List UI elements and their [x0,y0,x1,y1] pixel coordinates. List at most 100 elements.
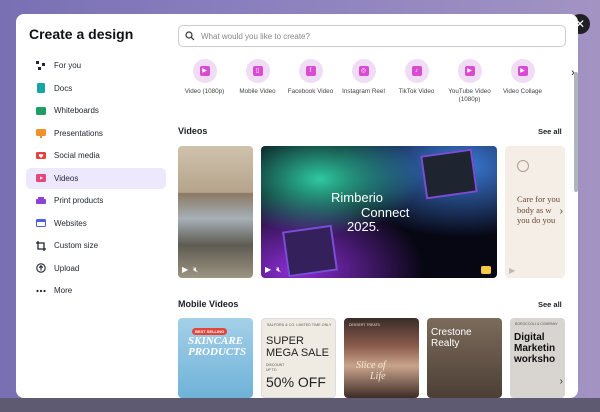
sidebar-item-more[interactable]: More [26,280,166,301]
sidebar-item-label: Print products [54,196,104,205]
scrollbar[interactable] [574,72,578,192]
thumbnail-text-line: worksho [514,354,556,365]
design-type-label: Video (1080p) [184,88,225,95]
modal-title: Create a design [29,26,134,42]
type-glyph-icon: f [305,66,316,76]
thumbnail-text-line: PRODUCTS [188,346,247,358]
thumbnail-text: DESSERT TREATS [349,323,380,327]
see-all-mobile-link[interactable]: See all [538,300,562,309]
design-type-icon: ♪ [404,59,429,83]
sidebar: Create a design For you Docs Whiteboards Pr… [16,14,176,398]
sidebar-item-social-media[interactable]: Social media [26,145,166,166]
type-glyph-icon: ▶ [199,66,210,76]
mobile-thumbnail-slice[interactable]: DESSERT TREATS Slice of Life [344,318,419,398]
sidebar-item-for-you[interactable]: For you [26,55,166,76]
thumbnail-text-line: Slice of [356,360,386,371]
video-controls: ▶ 🔇︎ [265,265,281,275]
heart-icon [35,150,46,161]
video-thumbnail-care[interactable]: Care for you body as w you do you › ▶ [505,146,565,278]
design-type-icon: ▯ [245,59,270,83]
design-type-tiktok-video[interactable]: ♪ TikTok Video [390,59,443,119]
thumbnail-text: Connect [361,205,410,220]
chevron-right-icon[interactable]: › [560,206,563,217]
type-glyph-icon: ▶ [517,66,528,76]
thumbnail-text-line: Realty [431,337,460,349]
design-type-youtube-video-1080p[interactable]: ▶ YouTube Video (1080p) [443,59,496,119]
design-type-icon: ▶ [510,59,535,83]
mobile-thumbnail-sale[interactable]: SALFORD & CO. LIMITED TIME ONLY SUPER ME… [261,318,336,398]
sidebar-item-label: Custom size [54,241,99,250]
thumbnail-text-line: Marketin [514,343,556,354]
see-all-videos-link[interactable]: See all [538,127,562,136]
thumbnail-text-line: body as w [517,204,552,215]
mobile-thumbnail-crestone[interactable]: Crestone Realty [427,318,502,398]
thumbnail-text-line: Care for you [517,194,560,204]
section-title-videos: Videos [178,126,208,136]
badge: BEST SELLING [192,328,228,335]
sidebar-nav: For you Docs Whiteboards Presentations Socia… [26,55,166,301]
type-glyph-icon: ◎ [358,66,369,76]
thumbnail-text: SALFORD & CO. LIMITED TIME ONLY [267,323,332,327]
design-type-instagram-reel[interactable]: ◎ Instagram Reel [337,59,390,119]
sidebar-item-label: For you [54,61,82,70]
video-controls: ▶ 🔇︎ [182,265,198,275]
design-type-icon: ◎ [351,59,376,83]
video-controls: ▶ [509,266,515,275]
video-thumbnail-rimberio[interactable]: Rimberio Connect 2025. ▶ 🔇︎ [261,146,497,278]
cloud-upload-icon [35,263,46,274]
page-backdrop-bottom [0,398,600,412]
sidebar-item-custom-size[interactable]: Custom size [26,235,166,256]
thumbnail-text-line: UP TO [266,367,277,372]
video-thumbnail-restaurant[interactable]: ▶ 🔇︎ [178,146,253,278]
sidebar-item-label: Social media [54,151,100,160]
sidebar-item-upload[interactable]: Upload [26,258,166,279]
sidebar-item-print-products[interactable]: Print products [26,190,166,211]
thumbnail-text-line: DISCOUNT [266,363,285,367]
design-type-video-1080p[interactable]: ▶ Video (1080p) [178,59,231,119]
sidebar-item-whiteboards[interactable]: Whiteboards [26,100,166,121]
main-content: ▶ Video (1080p) ▯ Mobile Video f Facebook Vid… [178,14,578,398]
video-icon [35,173,46,184]
thumbnail-text: MEGA SALE [266,347,329,359]
sidebar-item-websites[interactable]: Websites [26,213,166,234]
type-glyph-icon: ▯ [252,66,263,76]
thumbnail-text: SKINCARE PRODUCTS [188,336,246,358]
thumbnail-text-line: Digital [514,332,545,343]
design-type-label: Video Collage [502,88,543,95]
whiteboard-icon [35,105,46,116]
sidebar-item-label: Upload [54,263,80,273]
design-type-mobile-video[interactable]: ▯ Mobile Video [231,59,284,119]
design-type-icon: ▶ [457,59,482,83]
sidebar-item-label: Presentations [54,128,103,138]
photo-frame [420,148,478,200]
design-type-label: TikTok Video [398,88,435,95]
mute-icon: 🔇︎ [276,265,282,274]
sidebar-item-presentations[interactable]: Presentations [26,123,166,144]
sidebar-item-videos[interactable]: Videos [26,167,166,189]
thumbnail-text: BOROCCOLI & COMPANY [515,322,558,326]
design-type-facebook-video[interactable]: f Facebook Video [284,59,337,119]
create-design-modal: Create a design For you Docs Whiteboards Pr… [16,14,578,398]
play-icon: ▶ [265,265,272,274]
search-input[interactable] [201,31,541,41]
thumbnail-text: Rimberio [331,190,384,205]
design-type-video-collage[interactable]: ▶ Video Collage [496,59,549,119]
mobile-thumbnail-marketing[interactable]: BOROCCOLI & COMPANY Digital Marketin wor… [510,318,565,398]
thumbnail-text-line: Life [370,371,386,382]
chevron-right-icon[interactable]: › [560,376,563,387]
sidebar-item-docs[interactable]: Docs [26,78,166,99]
design-type-label: Facebook Video [287,88,334,95]
play-icon: ▶ [509,266,516,275]
section-title-mobile-videos: Mobile Videos [178,299,239,309]
thumbnail-text-line: you do you [517,215,556,226]
design-type-label: YouTube Video (1080p) [448,88,491,104]
thumbnail-text: DISCOUNT UP TO [266,363,284,372]
more-dots-icon [35,285,46,296]
search-icon [185,31,195,41]
thumbnail-text: 2025. [347,219,380,234]
thumbnail-text: SUPER [266,335,304,347]
mobile-thumbnail-skincare[interactable]: BEST SELLING SKINCARE PRODUCTS [178,318,253,398]
sparkle-icon [35,60,46,71]
thumbnail-text: Care for you body as w you do you [517,194,560,226]
search-bar[interactable] [178,25,566,47]
